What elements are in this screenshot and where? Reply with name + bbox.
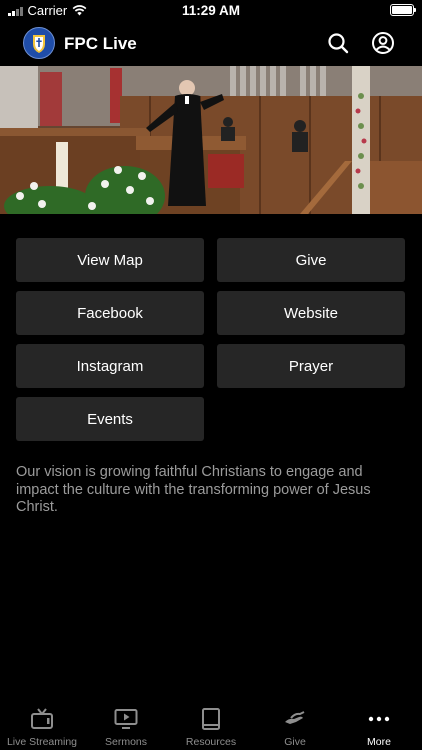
- website-button[interactable]: Website: [217, 291, 405, 335]
- tab-label: Give: [284, 736, 306, 748]
- vision-statement: Our vision is growing faithful Christian…: [16, 464, 371, 515]
- tab-label: Sermons: [104, 736, 147, 748]
- sermon-photo: [0, 66, 422, 214]
- search-icon[interactable]: [326, 31, 350, 55]
- tab-bar: Live Streaming Sermons Resources Give Mo…: [0, 700, 422, 750]
- battery-icon: [390, 4, 416, 16]
- sanctuary-scene: [0, 66, 422, 214]
- tab-give[interactable]: Give: [253, 700, 337, 750]
- tab-resources[interactable]: Resources: [169, 700, 253, 750]
- more-dots-icon: [368, 716, 390, 722]
- church-shield-logo: [23, 27, 55, 59]
- tab-label: More: [367, 736, 391, 748]
- play-screen-icon: [114, 709, 138, 729]
- facebook-button[interactable]: Facebook: [16, 291, 204, 335]
- hand-give-icon: [285, 711, 305, 724]
- status-bar: Carrier 11:29 AM: [0, 0, 422, 22]
- status-time: 11:29 AM: [181, 3, 241, 18]
- tab-label: Live Streaming: [6, 736, 78, 748]
- instagram-button[interactable]: Instagram: [16, 344, 204, 388]
- tab-live-streaming[interactable]: Live Streaming: [0, 700, 84, 750]
- events-button[interactable]: Events: [16, 397, 204, 441]
- prayer-button[interactable]: Prayer: [217, 344, 405, 388]
- tab-label: Resources: [185, 736, 237, 748]
- view-map-button[interactable]: View Map: [16, 238, 204, 282]
- tab-sermons[interactable]: Sermons: [84, 700, 168, 750]
- user-circle-icon[interactable]: [371, 31, 395, 55]
- app-title: FPC Live: [64, 34, 137, 53]
- book-icon: [202, 708, 220, 730]
- tv-icon: [31, 708, 53, 729]
- tab-more[interactable]: More: [337, 700, 421, 750]
- app-header: FPC Live: [0, 22, 422, 66]
- give-button[interactable]: Give: [217, 238, 405, 282]
